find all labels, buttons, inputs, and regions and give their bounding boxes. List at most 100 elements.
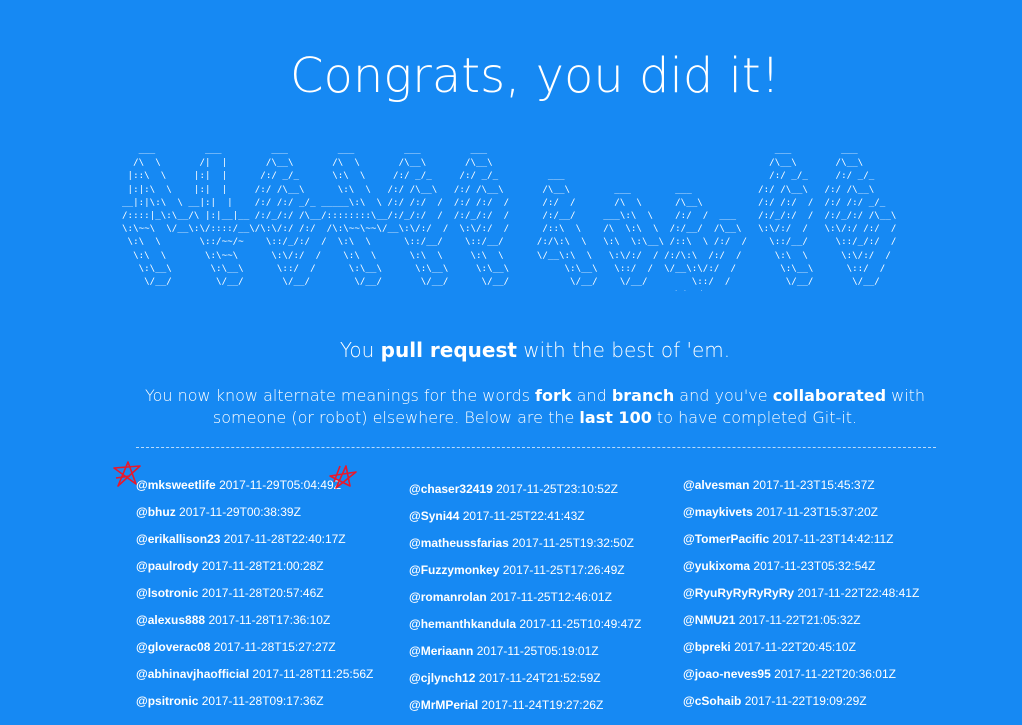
desc-bold-last-100: last 100 (579, 408, 652, 427)
completion-timestamp: 2017-11-22T20:45:10Z (734, 640, 856, 654)
red-star-doodle-right (329, 465, 357, 489)
list-item: @psitronic 2017-11-28T09:17:36Z (136, 694, 406, 721)
completion-timestamp: 2017-11-23T14:42:11Z (772, 532, 894, 546)
completion-timestamp: 2017-11-25T12:46:01Z (490, 590, 612, 604)
list-item: @TomerPacific 2017-11-23T14:42:11Z (683, 532, 953, 559)
completion-timestamp: 2017-11-25T10:49:47Z (519, 617, 642, 631)
completion-timestamp: 2017-11-29T05:04:49Z (219, 478, 341, 492)
list-item: @yukixoma 2017-11-23T05:32:54Z (683, 559, 953, 586)
page-title: Congrats, you did it! (290, 48, 780, 104)
username-link[interactable]: @hemanthkandula (409, 617, 516, 631)
username-link[interactable]: @matheussfarias (409, 536, 509, 550)
tagline-bold: pull request (380, 338, 517, 362)
completers-column-2: @chaser32419 2017-11-25T23:10:52Z @Syni44… (409, 482, 679, 725)
list-item: @mksweetlife 2017-11-29T05:04:49Z (136, 478, 406, 505)
desc-bold-fork: fork (535, 386, 572, 405)
username-link[interactable]: @paulrody (136, 559, 198, 573)
username-link[interactable]: @cSohaib (683, 694, 741, 708)
username-link[interactable]: @gloverac08 (136, 640, 210, 654)
list-item: @paulrody 2017-11-28T21:00:28Z (136, 559, 406, 586)
username-link[interactable]: @cjlynch12 (409, 671, 475, 685)
desc-text-3: and you've (674, 386, 773, 405)
completers-column-1: @mksweetlife 2017-11-29T05:04:49Z @bhuz 2… (136, 478, 406, 721)
username-link[interactable]: @psitronic (136, 694, 198, 708)
username-link[interactable]: @bpreki (683, 640, 731, 654)
list-item: @matheussfarias 2017-11-25T19:32:50Z (409, 536, 679, 563)
list-item: @abhinavjhaofficial 2017-11-28T11:25:56Z (136, 667, 406, 694)
list-item: @lsotronic 2017-11-28T20:57:46Z (136, 586, 406, 613)
completion-timestamp: 2017-11-28T20:57:46Z (201, 586, 324, 600)
completion-timestamp: 2017-11-22T19:09:29Z (744, 694, 867, 708)
red-star-doodle-left (113, 461, 141, 487)
username-link[interactable]: @joao-neves95 (683, 667, 771, 681)
completion-timestamp: 2017-11-28T15:27:27Z (213, 640, 336, 654)
username-link[interactable]: @RyuRyRyRyRyRy (683, 586, 794, 600)
username-link[interactable]: @erikallison23 (136, 532, 220, 546)
completion-timestamp: 2017-11-22T22:48:41Z (797, 586, 920, 600)
completion-timestamp: 2017-11-23T05:32:54Z (753, 559, 876, 573)
list-item: @hemanthkandula 2017-11-25T10:49:47Z (409, 617, 679, 644)
desc-text-2: and (571, 386, 612, 405)
list-item: @NMU21 2017-11-22T21:05:32Z (683, 613, 953, 640)
username-link[interactable]: @romanrolan (409, 590, 487, 604)
list-item: @erikallison23 2017-11-28T22:40:17Z (136, 532, 406, 559)
list-item: @romanrolan 2017-11-25T12:46:01Z (409, 590, 679, 617)
list-item: @MrMPerial 2017-11-24T19:27:26Z (409, 698, 679, 725)
completion-timestamp: 2017-11-28T22:40:17Z (223, 532, 346, 546)
desc-text-5: to have completed Git-it. (651, 408, 858, 427)
list-item: @bpreki 2017-11-22T20:45:10Z (683, 640, 953, 667)
list-item: @maykivets 2017-11-23T15:37:20Z (683, 505, 953, 532)
username-link[interactable]: @NMU21 (683, 613, 735, 627)
username-link[interactable]: @Fuzzymonkey (409, 563, 499, 577)
desc-text-1: You now know alternate meanings for the … (144, 386, 536, 405)
completion-timestamp: 2017-11-23T15:45:37Z (752, 478, 875, 492)
list-item: @alvesman 2017-11-23T15:45:37Z (683, 478, 953, 505)
completion-timestamp: 2017-11-24T21:52:59Z (478, 671, 601, 685)
username-link[interactable]: @chaser32419 (409, 482, 493, 496)
username-link[interactable]: @alexus888 (136, 613, 205, 627)
list-item: @chaser32419 2017-11-25T23:10:52Z (409, 482, 679, 509)
tagline-pre: You (339, 338, 381, 362)
username-link[interactable]: @Syni44 (409, 509, 459, 523)
list-item: @gloverac08 2017-11-28T15:27:27Z (136, 640, 406, 667)
desc-bold-branch: branch (611, 386, 675, 405)
username-link[interactable]: @TomerPacific (683, 532, 769, 546)
completion-timestamp: 2017-11-22T21:05:32Z (738, 613, 861, 627)
list-item: @cjlynch12 2017-11-24T21:52:59Z (409, 671, 679, 698)
tagline: You pull request with the best of 'em. (0, 338, 1022, 362)
completion-timestamp: 2017-11-25T19:32:50Z (512, 536, 634, 550)
ascii-art-banner: ___ ___ ___ ___ ___ ___ ___ ___ /\ \ /| … (122, 144, 897, 291)
completion-timestamp: 2017-11-25T17:26:49Z (502, 563, 625, 577)
list-item: @RyuRyRyRyRyRy 2017-11-22T22:48:41Z (683, 586, 953, 613)
completion-timestamp: 2017-11-22T20:36:01Z (774, 667, 896, 681)
username-link[interactable]: @abhinavjhaofficial (136, 667, 249, 681)
list-item: @alexus888 2017-11-28T17:36:10Z (136, 613, 406, 640)
description: You now know alternate meanings for the … (130, 385, 940, 429)
list-item: @joao-neves95 2017-11-22T20:36:01Z (683, 667, 953, 694)
username-link[interactable]: @lsotronic (136, 586, 198, 600)
completion-timestamp: 2017-11-23T15:37:20Z (756, 505, 878, 519)
completion-timestamp: 2017-11-29T00:38:39Z (179, 505, 301, 519)
completion-timestamp: 2017-11-25T23:10:52Z (496, 482, 618, 496)
list-item: @cSohaib 2017-11-22T19:09:29Z (683, 694, 953, 721)
list-item: @Fuzzymonkey 2017-11-25T17:26:49Z (409, 563, 679, 590)
completion-timestamp: 2017-11-25T22:41:43Z (462, 509, 585, 523)
username-link[interactable]: @alvesman (683, 478, 749, 492)
desc-bold-collaborated: collaborated (772, 386, 887, 405)
username-link[interactable]: @maykivets (683, 505, 753, 519)
completion-timestamp: 2017-11-28T11:25:56Z (252, 667, 374, 681)
username-link[interactable]: @mksweetlife (136, 478, 216, 492)
tagline-post: with the best of 'em. (516, 338, 731, 362)
completion-timestamp: 2017-11-28T09:17:36Z (201, 694, 324, 708)
list-item: @Meriaann 2017-11-25T05:19:01Z (409, 644, 679, 671)
username-link[interactable]: @yukixoma (683, 559, 750, 573)
completers-column-3: @alvesman 2017-11-23T15:45:37Z @maykivets… (683, 478, 953, 721)
dashed-divider (136, 447, 936, 448)
username-link[interactable]: @Meriaann (409, 644, 473, 658)
completion-timestamp: 2017-11-28T21:00:28Z (201, 559, 324, 573)
completion-timestamp: 2017-11-28T17:36:10Z (208, 613, 331, 627)
list-item: @bhuz 2017-11-29T00:38:39Z (136, 505, 406, 532)
completion-timestamp: 2017-11-25T05:19:01Z (476, 644, 599, 658)
username-link[interactable]: @bhuz (136, 505, 176, 519)
list-item: @Syni44 2017-11-25T22:41:43Z (409, 509, 679, 536)
